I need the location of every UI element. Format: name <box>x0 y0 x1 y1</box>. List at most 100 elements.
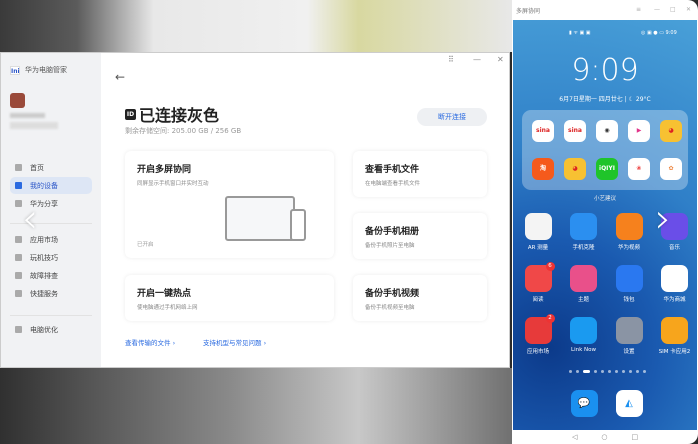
page-indicator[interactable] <box>569 370 646 373</box>
recents-button[interactable]: □ <box>631 430 638 444</box>
app-icon-image <box>524 213 552 240</box>
app-icon-image <box>615 317 643 344</box>
app-icon[interactable]: 6 阅读 <box>518 262 558 303</box>
folder-app-icon[interactable]: ✿ <box>660 158 682 180</box>
sidebar-item[interactable]: 我的设备 <box>10 177 92 194</box>
folder-app-icon[interactable]: ◉ <box>596 120 618 142</box>
folder-app-icon[interactable]: ❀ <box>628 158 650 180</box>
page-dot[interactable] <box>615 370 618 373</box>
app-name: 华为电脑管家 <box>25 66 67 74</box>
app-icon[interactable]: AR 测量 <box>518 213 558 251</box>
page-dot[interactable] <box>601 370 604 373</box>
home-icon <box>15 164 22 171</box>
folder-app-icon[interactable]: sina <box>532 120 554 142</box>
notification-badge: 6 <box>545 262 555 271</box>
app-label: 主题 <box>577 297 589 303</box>
dock-messages[interactable]: 💬 <box>564 390 604 417</box>
hotspot-card[interactable]: 开启一键热点 使电脑通过手机网络上网 <box>125 275 334 321</box>
app-label: 华为视频 <box>617 245 640 251</box>
menu-icon[interactable]: ≡ <box>636 6 641 13</box>
card-desc: 备份手机视频至电脑 <box>365 305 415 311</box>
dock-browser[interactable]: ◭ <box>609 390 649 417</box>
supported-models-link[interactable]: 支持机型与常见问题 › <box>203 337 266 347</box>
folder-app-icon[interactable]: ◕ <box>564 158 586 180</box>
page-dot[interactable] <box>629 370 632 373</box>
app-icon-image: 6 <box>524 262 555 292</box>
close-icon[interactable]: ✕ <box>497 55 504 64</box>
card-title: 查看手机文件 <box>365 165 420 175</box>
close-icon[interactable]: ✕ <box>686 6 691 13</box>
app-icon[interactable]: 华为商城 <box>655 265 695 303</box>
back-arrow-icon[interactable]: ← <box>115 70 125 84</box>
app-icon[interactable]: 手机克隆 <box>564 213 604 251</box>
page-dot[interactable] <box>622 370 625 373</box>
window-title: 多屏协同 <box>516 8 541 15</box>
sidebar: Ini 华为电脑管家 首页 我的设备 华为分享 应用市场 玩机技巧 故障排查 快捷服务 电脑优化 <box>1 53 101 367</box>
app-icon-image <box>570 213 597 240</box>
optimize-icon <box>15 326 22 333</box>
home-button[interactable]: ○ <box>601 430 607 444</box>
app-icon-image <box>661 265 688 292</box>
app-icon[interactable]: 华为视频 <box>609 213 649 251</box>
backup-videos-card[interactable]: 备份手机视频 备份手机视频至电脑 <box>353 275 487 321</box>
folder-app-icon[interactable]: iQIYI <box>596 158 618 180</box>
app-icon[interactable]: SIM 卡应用2 <box>655 317 695 355</box>
app-label: 阅读 <box>532 297 544 303</box>
card-title: 开启一键热点 <box>137 289 192 299</box>
transferred-files-link[interactable]: 查看传输的文件 › <box>125 337 175 347</box>
main-panel: ⠿ — ✕ ← ID 已连接灰色 剩余存储空间: 205.00 GB / 256 … <box>101 53 509 367</box>
sidebar-item[interactable]: 快捷服务 <box>10 285 92 302</box>
folder-app-icon[interactable]: 淘 <box>532 158 554 180</box>
app-folder[interactable]: sina sina ◉ ▶ ◕ 淘 ◕ iQIYI ❀ ✿ <box>522 110 688 190</box>
sidebar-item[interactable]: 玩机技巧 <box>10 249 92 266</box>
page-dot[interactable] <box>583 370 590 373</box>
store-icon <box>15 236 22 243</box>
page-dot[interactable] <box>636 370 639 373</box>
sidebar-item[interactable]: 首页 <box>10 159 92 176</box>
folder-app-icon[interactable]: sina <box>564 120 586 142</box>
card-title: 备份手机相册 <box>365 227 420 237</box>
sidebar-item[interactable]: 故障排查 <box>10 267 92 284</box>
devices-icon <box>15 182 22 189</box>
minimize-icon[interactable]: — <box>473 55 481 64</box>
share-icon <box>15 200 22 207</box>
sidebar-item[interactable]: 电脑优化 <box>10 321 92 338</box>
app-icon[interactable]: 主题 <box>564 265 604 303</box>
background-blur <box>0 368 512 444</box>
avatar[interactable] <box>10 93 25 108</box>
device-id-icon: ID <box>125 108 136 120</box>
app-icon[interactable]: 设置 <box>609 317 649 355</box>
browser-icon: ◭ <box>615 390 643 417</box>
divider <box>10 315 92 316</box>
card-desc: 备份手机照片至电脑 <box>365 243 415 249</box>
page-dot[interactable] <box>643 370 646 373</box>
app-icon[interactable]: 钱包 <box>609 265 649 303</box>
storage-info: 剩余存储空间: 205.00 GB / 256 GB <box>125 127 242 135</box>
folder-app-icon[interactable]: ▶ <box>628 120 650 142</box>
minimize-icon[interactable]: — <box>654 6 660 13</box>
app-label: 音乐 <box>668 245 680 251</box>
multiscreen-card[interactable]: 开启多屏协同 同屏显示手机窗口并实时互动 已开启 <box>125 151 334 258</box>
backup-photos-card[interactable]: 备份手机相册 备份手机照片至电脑 <box>353 213 487 259</box>
app-icon[interactable]: Link Now <box>564 317 604 353</box>
date-weather: 6月7日星期一 四月廿七 | ☾ 29°C <box>559 96 651 103</box>
maximize-icon[interactable]: □ <box>670 6 676 13</box>
view-files-card[interactable]: 查看手机文件 在电脑端查看手机文件 <box>353 151 487 197</box>
back-button[interactable]: ◁ <box>572 430 577 444</box>
app-icon[interactable]: 2 应用市场 <box>518 314 558 355</box>
next-chevron-icon[interactable]: › <box>655 196 671 242</box>
sidebar-item-label: 玩机技巧 <box>30 253 58 262</box>
disconnect-button[interactable]: 断开连接 <box>417 108 487 126</box>
page-dot[interactable] <box>594 370 597 373</box>
status-right: ◎ ▣ ● ▭ 9:09 <box>641 30 677 36</box>
page-dot[interactable] <box>569 370 572 373</box>
tips-icon <box>15 254 22 261</box>
app-icon-image <box>570 265 597 292</box>
page-dot[interactable] <box>576 370 579 373</box>
grid-icon[interactable]: ⠿ <box>448 55 454 64</box>
folder-app-icon[interactable]: ◕ <box>660 120 682 142</box>
previous-chevron-icon[interactable]: ‹ <box>22 196 38 242</box>
notification-badge: 2 <box>545 314 555 323</box>
pc-manager-window: Ini 华为电脑管家 首页 我的设备 华为分享 应用市场 玩机技巧 故障排查 快捷服务 电脑优化… <box>0 52 510 368</box>
page-dot[interactable] <box>608 370 611 373</box>
